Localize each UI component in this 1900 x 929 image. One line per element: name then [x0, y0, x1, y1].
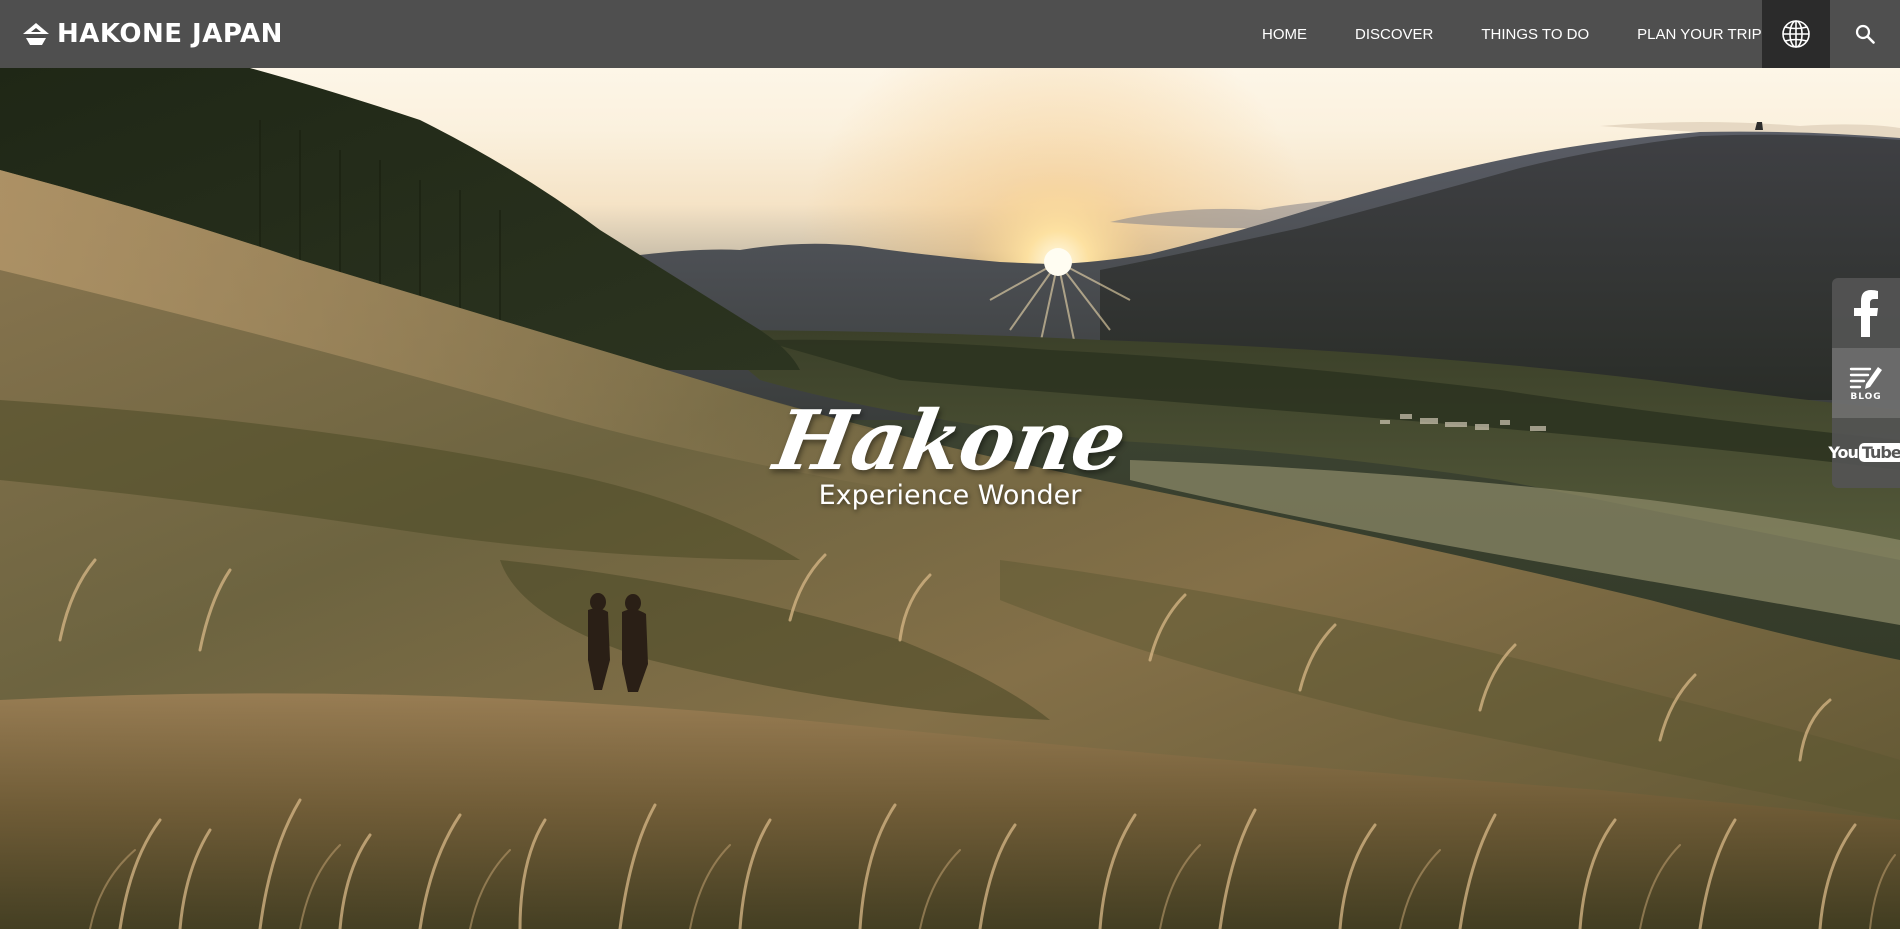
- youtube-you-text: You: [1828, 443, 1858, 462]
- language-button[interactable]: [1762, 0, 1830, 68]
- nav-item-plan-your-trip[interactable]: PLAN YOUR TRIP: [1637, 26, 1761, 43]
- blog-label: BLOG: [1850, 391, 1882, 402]
- nav-item-discover[interactable]: DISCOVER: [1355, 26, 1433, 43]
- hero-title: Hakone: [767, 393, 1133, 489]
- globe-icon: [1782, 20, 1810, 48]
- page: HAKONE JAPAN HOME DISCOVER THINGS TO DO …: [0, 0, 1900, 929]
- hero-title-block: Hakone Experience Wonder: [760, 393, 1140, 512]
- social-sidebar: BLOG You Tube: [1828, 278, 1900, 488]
- search-button[interactable]: [1830, 0, 1900, 68]
- top-navigation-bar: HAKONE JAPAN HOME DISCOVER THINGS TO DO …: [0, 0, 1900, 68]
- mountain-logo-icon: [23, 23, 49, 45]
- youtube-link[interactable]: You Tube: [1828, 418, 1900, 488]
- youtube-icon: You Tube: [1828, 443, 1900, 463]
- nav-item-home[interactable]: HOME: [1262, 26, 1307, 43]
- youtube-tube-text: Tube: [1858, 443, 1900, 462]
- facebook-icon: [1854, 290, 1878, 337]
- facebook-link[interactable]: [1832, 278, 1900, 348]
- brand-home-link[interactable]: HAKONE JAPAN: [22, 14, 283, 54]
- search-icon: [1855, 24, 1875, 44]
- nav-item-things-to-do[interactable]: THINGS TO DO: [1481, 26, 1589, 43]
- blog-link[interactable]: BLOG: [1832, 348, 1900, 418]
- blog-icon: BLOG: [1848, 365, 1884, 402]
- brand-name: HAKONE JAPAN: [57, 19, 283, 49]
- main-navigation: HOME DISCOVER THINGS TO DO PLAN YOUR TRI…: [1262, 0, 1762, 68]
